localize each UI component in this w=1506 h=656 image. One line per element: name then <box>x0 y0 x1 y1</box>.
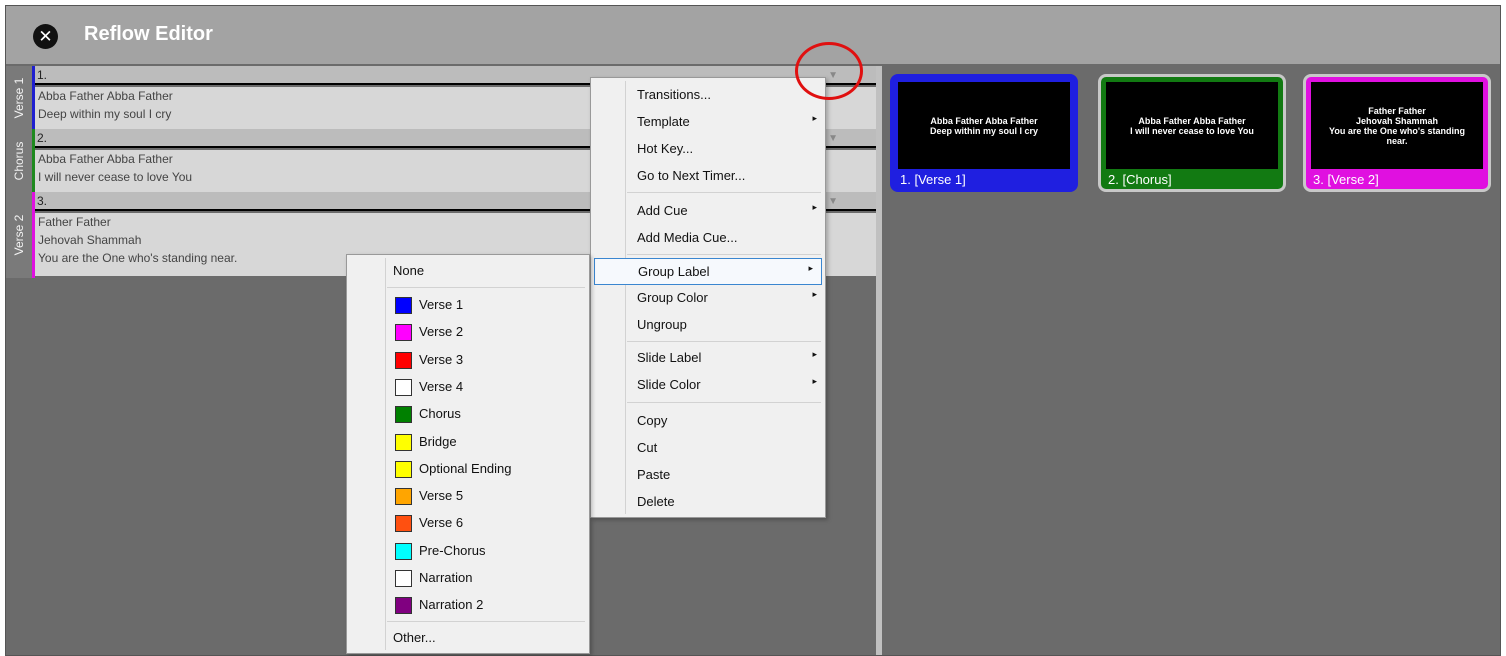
dropdown-arrow-icon[interactable]: ▼ <box>828 192 838 211</box>
menu-item-slide-label[interactable]: Slide Label ▸ <box>591 345 825 372</box>
dropdown-arrow-icon[interactable]: ▼ <box>828 129 838 148</box>
group-tab: Verse 2 <box>6 192 32 278</box>
group-label-submenu: None Verse 1 Verse 2 Verse 3 Verse 4 Chorus B… <box>346 254 590 654</box>
submenu-item-verse-3[interactable]: Verse 3 <box>347 347 589 374</box>
submenu-item-verse-5[interactable]: Verse 5 <box>347 483 589 510</box>
submenu-item-verse-4[interactable]: Verse 4 <box>347 374 589 401</box>
menu-item-cut[interactable]: Cut <box>591 435 825 462</box>
context-menu: Transitions... Template ▸ Hot Key... Go t… <box>590 77 826 518</box>
submenu-item-pre-chorus[interactable]: Pre-Chorus <box>347 538 589 565</box>
menu-separator <box>387 621 585 622</box>
menu-item-group-color[interactable]: Group Color ▸ <box>591 285 825 312</box>
menu-item-next-timer[interactable]: Go to Next Timer... <box>591 163 825 190</box>
thumbnail-label: 1. [Verse 1] <box>900 172 966 187</box>
close-icon[interactable]: ✕ <box>33 24 58 49</box>
menu-separator <box>627 192 821 193</box>
chevron-right-icon: ▸ <box>808 263 813 273</box>
thumbnail-pane: Abba Father Abba Father Deep within my s… <box>882 66 1500 655</box>
menu-item-paste[interactable]: Paste <box>591 462 825 489</box>
menu-item-add-media-cue[interactable]: Add Media Cue... <box>591 225 825 252</box>
color-swatch-icon <box>395 542 412 560</box>
slide-thumbnail[interactable]: Abba Father Abba Father I will never cea… <box>1098 74 1286 192</box>
menu-item-ungroup[interactable]: Ungroup <box>591 312 825 339</box>
group-tab: Verse 1 <box>6 66 32 129</box>
color-swatch-icon <box>395 378 412 396</box>
menu-item-slide-color[interactable]: Slide Color ▸ <box>591 372 825 399</box>
menu-item-group-label[interactable]: Group Label ▸ <box>594 258 822 285</box>
thumbnail-preview: Abba Father Abba Father Deep within my s… <box>898 82 1070 169</box>
thumbnail-label: 3. [Verse 2] <box>1313 172 1379 187</box>
menu-separator <box>387 287 585 288</box>
submenu-item-narration[interactable]: Narration <box>347 565 589 592</box>
color-swatch-icon <box>395 460 412 478</box>
slide-thumbnail[interactable]: Abba Father Abba Father Deep within my s… <box>890 74 1078 192</box>
submenu-item-narration-2[interactable]: Narration 2 <box>347 592 589 619</box>
color-swatch-icon <box>395 324 412 342</box>
color-swatch-icon <box>395 433 412 451</box>
submenu-item-other[interactable]: Other... <box>347 625 589 652</box>
window-title: Reflow Editor <box>84 23 213 45</box>
submenu-item-verse-6[interactable]: Verse 6 <box>347 510 589 537</box>
thumbnail-preview: Father Father Jehovah Shammah You are th… <box>1311 82 1483 169</box>
submenu-item-verse-1[interactable]: Verse 1 <box>347 292 589 319</box>
color-swatch-icon <box>395 515 412 533</box>
highlight-circle <box>795 42 863 100</box>
submenu-item-bridge[interactable]: Bridge <box>347 429 589 456</box>
chevron-right-icon: ▸ <box>812 202 817 212</box>
slide-thumbnail[interactable]: Father Father Jehovah Shammah You are th… <box>1303 74 1491 192</box>
submenu-item-optional-ending[interactable]: Optional Ending <box>347 456 589 483</box>
submenu-item-chorus[interactable]: Chorus <box>347 401 589 428</box>
title-bar: ✕ Reflow Editor <box>6 6 1500 64</box>
color-swatch-icon <box>395 570 412 587</box>
color-swatch-icon <box>395 488 412 506</box>
color-swatch-icon <box>395 406 412 424</box>
chevron-right-icon: ▸ <box>812 113 817 123</box>
submenu-item-none[interactable]: None <box>347 258 589 285</box>
menu-item-hot-key[interactable]: Hot Key... <box>591 136 825 163</box>
color-swatch-icon <box>395 351 412 369</box>
group-tab: Chorus <box>6 129 32 192</box>
menu-separator <box>627 341 821 342</box>
submenu-item-verse-2[interactable]: Verse 2 <box>347 319 589 346</box>
chevron-right-icon: ▸ <box>812 349 817 359</box>
menu-item-delete[interactable]: Delete <box>591 489 825 516</box>
menu-item-template[interactable]: Template ▸ <box>591 109 825 136</box>
menu-separator <box>627 402 821 403</box>
thumbnail-preview: Abba Father Abba Father I will never cea… <box>1106 82 1278 169</box>
color-swatch-icon <box>395 597 412 615</box>
thumbnail-label: 2. [Chorus] <box>1108 172 1172 187</box>
menu-separator <box>627 254 821 255</box>
color-swatch-icon <box>395 297 412 314</box>
chevron-right-icon: ▸ <box>812 376 817 386</box>
chevron-right-icon: ▸ <box>812 289 817 299</box>
menu-item-add-cue[interactable]: Add Cue ▸ <box>591 198 825 225</box>
menu-item-copy[interactable]: Copy <box>591 408 825 435</box>
menu-item-transitions[interactable]: Transitions... <box>591 82 825 109</box>
